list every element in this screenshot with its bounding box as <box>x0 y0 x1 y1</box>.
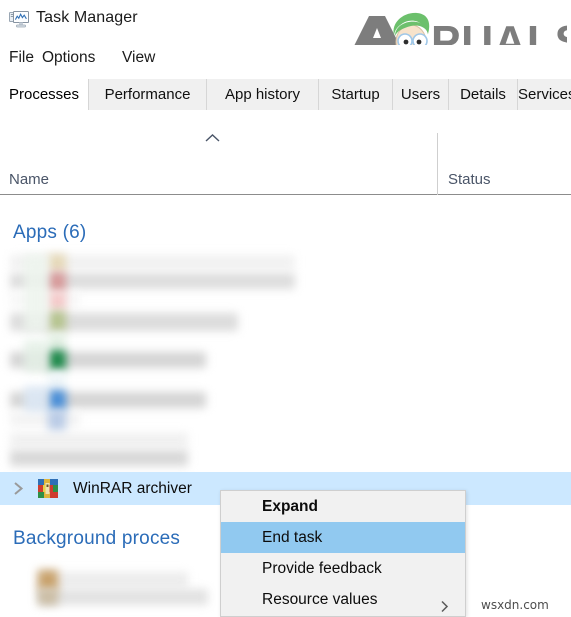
tab-strip: Processes Performance App history Startu… <box>0 79 571 111</box>
tab-app-history[interactable]: App history <box>207 79 319 110</box>
tab-users[interactable]: Users <box>393 79 449 110</box>
list-item[interactable] <box>10 433 188 447</box>
tab-details[interactable]: Details <box>449 79 518 110</box>
redacted-app-icon <box>48 372 66 389</box>
chevron-up-icon <box>204 131 221 142</box>
process-name-winrar: WinRAR archiver <box>73 480 192 497</box>
tab-startup[interactable]: Startup <box>319 79 393 110</box>
context-menu-item-expand[interactable]: Expand <box>221 491 465 522</box>
task-manager-window: Task Manager PUALS File <box>0 0 571 617</box>
redacted-app-icon <box>48 272 66 291</box>
winrar-icon <box>38 479 58 498</box>
task-manager-icon <box>9 10 29 29</box>
tab-performance[interactable]: Performance <box>89 79 207 110</box>
redacted-app-icon <box>38 570 58 590</box>
menu-options[interactable]: Options <box>39 48 98 68</box>
list-item[interactable] <box>38 572 188 588</box>
redacted-tint <box>24 340 48 372</box>
group-heading-background: Background proces <box>13 528 181 549</box>
redacted-app-icon <box>48 254 66 271</box>
list-item[interactable] <box>38 589 208 605</box>
watermark: wsxdn.com <box>481 598 549 612</box>
redacted-app-icon <box>48 292 66 310</box>
redacted-app-icon <box>48 350 66 370</box>
redacted-app-icon <box>48 311 66 331</box>
redacted-app-icon <box>48 410 66 430</box>
context-menu-item-end-task[interactable]: End task <box>221 522 465 553</box>
list-item[interactable] <box>10 412 80 426</box>
tab-services[interactable]: Services <box>518 79 571 110</box>
column-header-status[interactable]: Status <box>448 171 491 188</box>
group-heading-apps: Apps (6) <box>13 222 87 243</box>
window-title: Task Manager <box>36 9 138 26</box>
column-divider <box>437 133 438 195</box>
column-header-name[interactable]: Name <box>9 171 49 188</box>
context-menu-item-label: Resource values <box>262 591 378 608</box>
context-menu-item-provide-feedback[interactable]: Provide feedback <box>221 553 465 584</box>
list-item[interactable] <box>10 450 188 466</box>
redacted-app-icon <box>48 333 66 350</box>
menu-view[interactable]: View <box>119 48 158 68</box>
context-menu: Expand End task Provide feedback Resourc… <box>220 490 466 617</box>
redacted-tint <box>24 254 48 332</box>
redacted-app-icon <box>48 390 66 410</box>
chevron-right-icon <box>440 593 449 613</box>
chevron-right-icon[interactable] <box>12 481 25 496</box>
menu-bar: File Options View <box>0 45 571 73</box>
context-menu-item-resource-values[interactable]: Resource values <box>221 584 465 615</box>
menu-file[interactable]: File <box>6 48 37 68</box>
tab-processes[interactable]: Processes <box>0 79 89 110</box>
redacted-tint <box>24 386 48 412</box>
redacted-app-icon <box>38 589 58 605</box>
